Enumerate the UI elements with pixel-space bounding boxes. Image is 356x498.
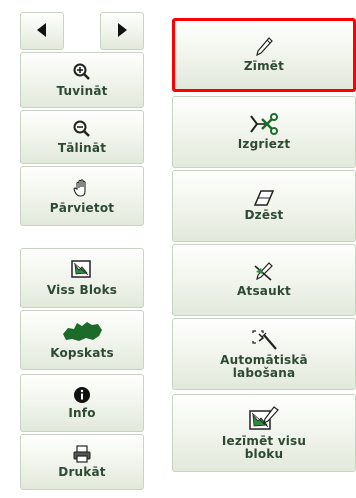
zoom-in-icon bbox=[72, 62, 92, 82]
back-button[interactable] bbox=[20, 12, 64, 50]
hand-icon bbox=[71, 177, 93, 199]
undo-draw-icon bbox=[253, 262, 275, 282]
info-button[interactable]: Info bbox=[20, 374, 144, 432]
cut-label: Izgriezt bbox=[237, 137, 291, 151]
select-block-button[interactable]: Iezīmēt visu bloku bbox=[172, 394, 356, 472]
zoom-out-icon bbox=[72, 119, 92, 139]
zoom-in-button[interactable]: Tuvināt bbox=[20, 52, 144, 108]
undo-label: Atsaukt bbox=[237, 284, 291, 298]
auto-fix-button[interactable]: Automātiskā labošana bbox=[172, 318, 356, 390]
overview-label: Kopskats bbox=[50, 346, 114, 360]
select-block-label: Iezīmēt visu bloku bbox=[221, 433, 307, 461]
select-block-icon bbox=[248, 405, 280, 432]
auto-fix-icon bbox=[250, 329, 278, 351]
print-button[interactable]: Drukāt bbox=[20, 434, 144, 490]
pencil-icon bbox=[255, 37, 273, 57]
zoom-out-label: Tālināt bbox=[57, 141, 107, 155]
printer-icon bbox=[72, 445, 92, 463]
delete-button[interactable]: Dzēst bbox=[172, 170, 356, 242]
info-icon bbox=[73, 386, 91, 404]
latvia-map-icon bbox=[60, 320, 104, 344]
pan-label: Pārvietot bbox=[49, 201, 115, 215]
triangle-left-icon bbox=[37, 22, 47, 37]
cut-button[interactable]: Izgriezt bbox=[172, 96, 356, 168]
draw-button[interactable]: Zīmēt bbox=[172, 18, 356, 92]
zoom-out-button[interactable]: Tālināt bbox=[20, 110, 144, 164]
whole-block-label: Viss Bloks bbox=[46, 283, 118, 297]
zoom-in-label: Tuvināt bbox=[56, 84, 108, 98]
undo-button[interactable]: Atsaukt bbox=[172, 244, 356, 316]
print-label: Drukāt bbox=[58, 465, 106, 479]
eraser-icon bbox=[254, 190, 274, 206]
triangle-right-icon bbox=[117, 22, 127, 37]
scissors-icon bbox=[248, 113, 280, 135]
auto-fix-label: Automātiskā labošana bbox=[220, 352, 308, 380]
toolbar-panel: Tuvināt Tālināt Pārvietot Viss Bloks Kop… bbox=[12, 12, 356, 498]
whole-block-icon bbox=[70, 259, 94, 281]
delete-label: Dzēst bbox=[244, 208, 284, 222]
whole-block-button[interactable]: Viss Bloks bbox=[20, 248, 144, 308]
pan-button[interactable]: Pārvietot bbox=[20, 166, 144, 226]
draw-label: Zīmēt bbox=[243, 59, 285, 73]
info-label: Info bbox=[68, 406, 96, 420]
forward-button[interactable] bbox=[100, 12, 144, 50]
overview-button[interactable]: Kopskats bbox=[20, 310, 144, 370]
